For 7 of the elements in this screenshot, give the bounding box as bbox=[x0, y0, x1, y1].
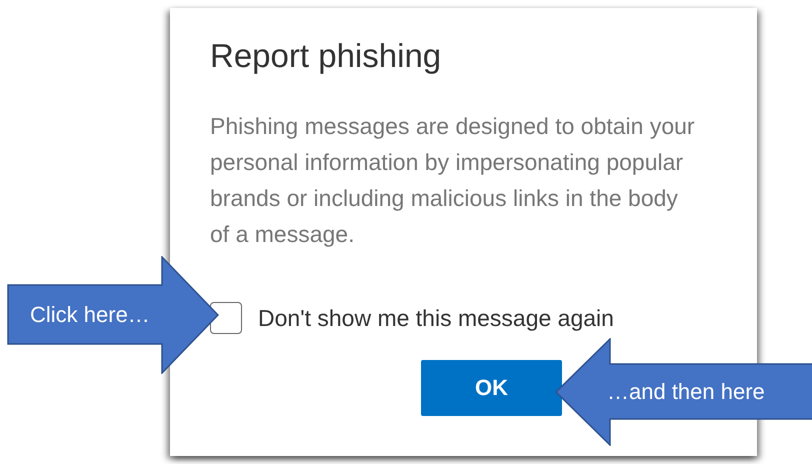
checkbox[interactable] bbox=[210, 302, 242, 334]
checkbox-label: Don't show me this message again bbox=[258, 304, 614, 332]
callout-text: Click here… bbox=[30, 302, 150, 328]
dialog-message: Phishing messages are designed to obtain your personal information by impersonating popular brands or including malicious links in the body of a message. bbox=[210, 112, 696, 249]
dialog-title: Report phishing bbox=[210, 36, 442, 76]
callout-text: …and then here bbox=[607, 379, 765, 405]
ok-button[interactable]: OK bbox=[421, 360, 562, 416]
